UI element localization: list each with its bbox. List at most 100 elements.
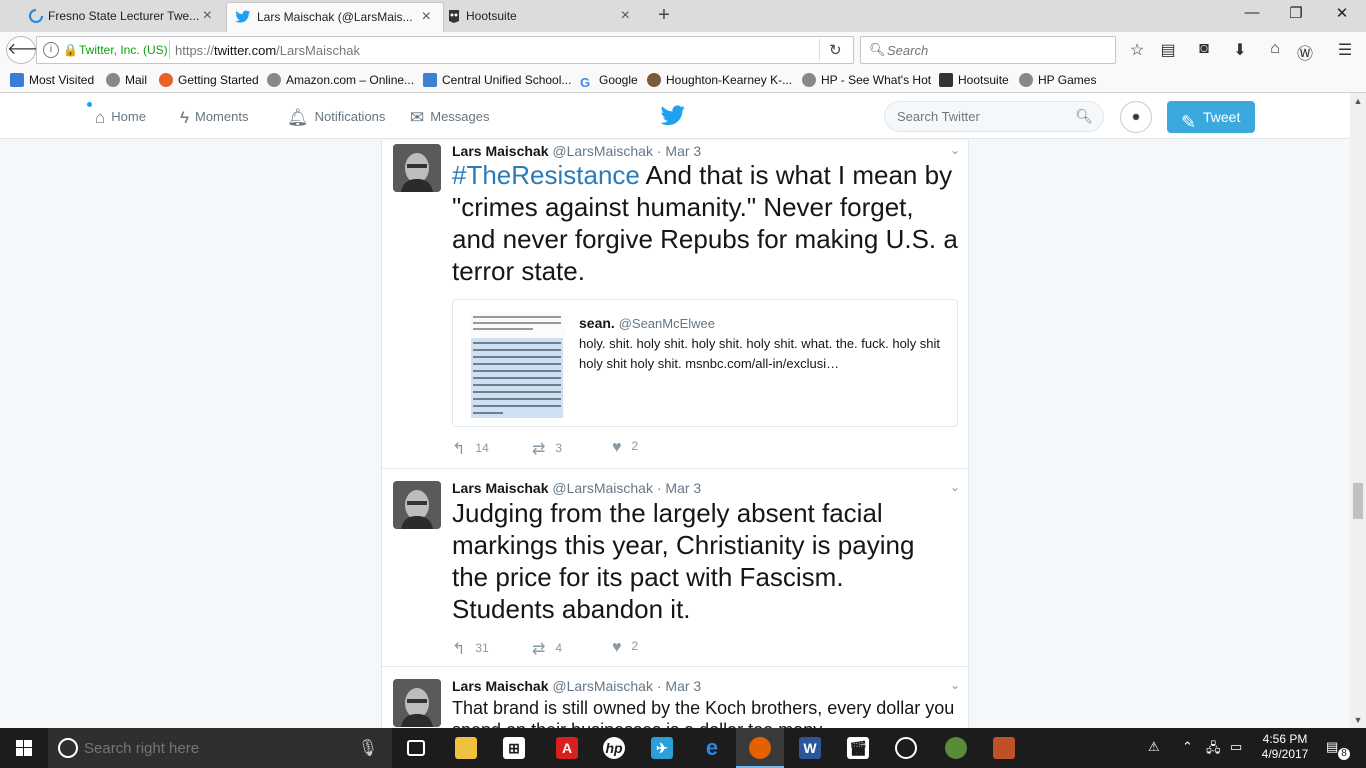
close-window-button[interactable]: ✕ (1322, 4, 1362, 22)
restore-button[interactable]: ❐ (1276, 4, 1316, 22)
author-handle[interactable]: @LarsMaischak (552, 143, 653, 159)
download-icon[interactable]: ⬇ (1228, 40, 1252, 60)
profile-photo[interactable] (393, 481, 441, 529)
taskbar-app[interactable] (882, 728, 930, 768)
retweet-button[interactable]: ⇄ 4 (532, 639, 562, 659)
bookmark-item[interactable]: G Google (580, 73, 638, 90)
twitter-bird-icon[interactable] (660, 105, 686, 127)
chevron-up-icon[interactable]: ⌃ (1182, 739, 1193, 755)
reading-list-icon[interactable]: ▤ (1156, 40, 1180, 60)
author-name[interactable]: Lars Maischak (452, 678, 549, 694)
taskbar-store[interactable]: ⊞ (490, 728, 538, 768)
compose-tweet-button[interactable]: ✎ Tweet (1167, 101, 1255, 133)
url-text[interactable]: https://twitter.com/LarsMaischak (175, 43, 360, 58)
nav-messages[interactable]: ✉ Messages (410, 108, 490, 128)
author-handle[interactable]: @LarsMaischak (552, 480, 653, 496)
reply-button[interactable]: ↰ 14 (452, 439, 489, 459)
like-button[interactable]: ♥ 2 (612, 439, 638, 457)
bookmark-item[interactable]: HP - See What's Hot (802, 73, 931, 87)
profile-photo[interactable] (393, 144, 441, 192)
taskbar-file-explorer[interactable] (442, 728, 490, 768)
twitter-search-input[interactable] (897, 109, 1077, 124)
scrollbar-thumb[interactable] (1353, 483, 1363, 519)
taskbar-acrobat[interactable]: A (543, 728, 591, 768)
nav-notifications[interactable]: 🔔︎ Notifications (287, 108, 385, 128)
home-icon[interactable]: ⌂ (1263, 40, 1287, 58)
start-button[interactable] (0, 728, 48, 768)
taskbar-hp[interactable]: hp (590, 728, 638, 768)
tweet-date[interactable]: Mar 3 (665, 143, 701, 159)
bookmark-item[interactable]: Houghton-Kearney K-... (647, 73, 792, 87)
minimize-button[interactable]: — (1232, 4, 1272, 21)
task-view-button[interactable] (392, 728, 440, 768)
quoted-author[interactable]: sean. @SeanMcElwee (579, 315, 715, 331)
reply-button[interactable]: ↰ 31 (452, 639, 489, 659)
profile-photo[interactable] (393, 679, 441, 727)
tweet[interactable]: Lars Maischak @LarsMaischak · Mar 3 ⌄ Th… (382, 667, 968, 728)
info-icon[interactable]: i (43, 42, 59, 58)
dot-separator: · (656, 678, 662, 694)
author-name[interactable]: Lars Maischak (452, 480, 549, 496)
bookmark-item[interactable]: Mail (106, 73, 147, 87)
page-scrollbar[interactable]: ▲ ▼ (1350, 93, 1366, 728)
author-name[interactable]: Lars Maischak (452, 143, 549, 159)
taskbar-firefox[interactable] (736, 728, 784, 768)
address-bar[interactable]: i 🔒 Twitter, Inc. (US) https://twitter.c… (36, 36, 854, 64)
bookmark-item[interactable]: Amazon.com – Online... (267, 73, 414, 87)
browser-search-box[interactable]: 🔍︎ (860, 36, 1116, 64)
pocket-icon[interactable]: ◙ (1192, 40, 1216, 58)
chevron-down-icon[interactable]: ⌄ (950, 480, 960, 494)
browser-tab[interactable]: Fresno State Lecturer Twe... × (6, 2, 224, 32)
site-identity[interactable]: Twitter, Inc. (US) (79, 43, 168, 57)
search-icon[interactable]: 🔍︎ (1075, 108, 1093, 125)
battery-icon[interactable]: ▭ (1230, 739, 1242, 755)
new-tab-button[interactable]: + (652, 4, 676, 27)
hamburger-menu-icon[interactable]: ☰ (1333, 40, 1357, 60)
taskbar-app[interactable] (980, 728, 1028, 768)
browser-tab[interactable]: Hootsuite × (424, 2, 642, 32)
like-button[interactable]: ♥ 2 (612, 639, 638, 657)
avatar[interactable]: ◉ (1120, 101, 1152, 133)
bookmark-item[interactable]: Most Visited (10, 73, 94, 87)
bookmark-item[interactable]: Getting Started (159, 73, 259, 87)
chevron-down-icon[interactable]: ⌄ (950, 678, 960, 692)
bookmark-item[interactable]: Hootsuite (939, 73, 1009, 87)
bookmark-star-icon[interactable]: ☆ (1125, 40, 1149, 60)
bookmark-item[interactable]: Central Unified School... (423, 73, 571, 87)
browser-tab-active[interactable]: Lars Maischak (@LarsMais... × (226, 2, 444, 32)
tweet-date[interactable]: Mar 3 (665, 480, 701, 496)
back-button[interactable]: 🡐 (6, 36, 50, 64)
clock[interactable]: 4:56 PM 4/9/2017 (1256, 732, 1314, 762)
taskbar-search-box[interactable]: 🎙︎ (48, 728, 392, 768)
reload-icon[interactable]: ↻ (829, 41, 842, 59)
taskbar-word[interactable]: W (786, 728, 834, 768)
browser-search-input[interactable] (887, 41, 1107, 59)
tweet-date[interactable]: Mar 3 (665, 678, 701, 694)
nav-moments[interactable]: ϟ Moments (180, 108, 248, 128)
nav-home[interactable]: ⌂ Home (95, 108, 146, 128)
tweet[interactable]: Lars Maischak @LarsMaischak · Mar 3 ⌄ Ju… (382, 469, 968, 667)
retweet-button[interactable]: ⇄ 3 (532, 439, 562, 459)
taskbar-movie-maker[interactable]: 🎬︎ (834, 728, 882, 768)
action-center-icon[interactable]: ▤ (1326, 739, 1338, 755)
hashtag-link[interactable]: #TheResistance (452, 160, 640, 190)
microphone-icon[interactable]: 🎙︎ (358, 738, 378, 758)
scroll-up-arrow-icon[interactable]: ▲ (1350, 93, 1366, 109)
taskbar-app[interactable]: ✈ (638, 728, 686, 768)
author-handle[interactable]: @LarsMaischak (552, 678, 653, 694)
tweet[interactable]: Lars Maischak @LarsMaischak · Mar 3 ⌄ #T… (382, 140, 968, 469)
close-tab-icon[interactable]: × (203, 2, 212, 30)
taskbar-edge[interactable]: e (688, 728, 736, 768)
scroll-down-arrow-icon[interactable]: ▼ (1350, 712, 1366, 728)
notification-warning-icon[interactable]: ⚠ (1148, 739, 1160, 755)
twitter-search-box[interactable]: 🔍︎ (884, 101, 1104, 132)
network-icon[interactable]: 🖧 (1206, 739, 1221, 761)
quoted-tweet[interactable]: sean. @SeanMcElwee holy. shit. holy shit… (452, 299, 958, 427)
chevron-down-icon[interactable]: ⌄ (950, 143, 960, 157)
close-tab-icon[interactable]: × (621, 2, 630, 30)
quoted-tweet-image[interactable] (471, 312, 565, 418)
bookmark-item[interactable]: HP Games (1019, 73, 1096, 87)
taskbar-search-input[interactable] (84, 739, 344, 757)
extension-icon[interactable]: Ⓦ (1293, 40, 1317, 64)
taskbar-app[interactable] (932, 728, 980, 768)
